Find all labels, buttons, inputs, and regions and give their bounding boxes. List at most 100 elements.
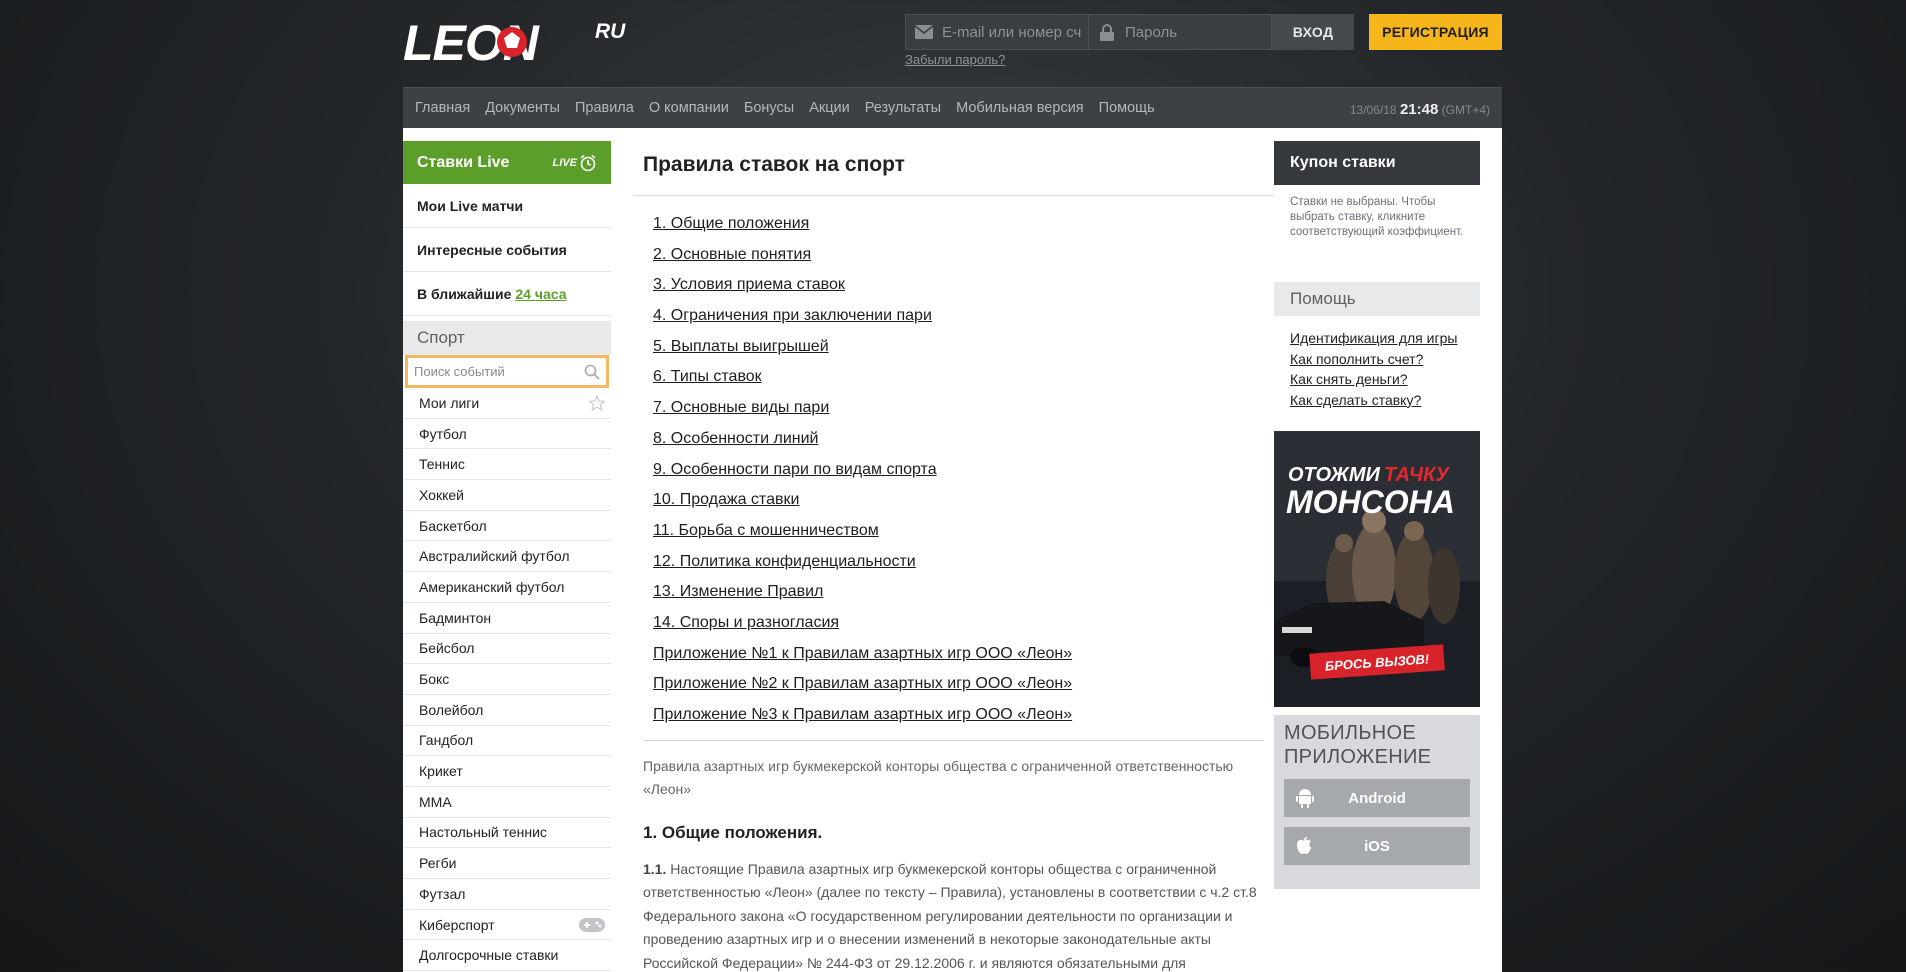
sport-item-label: Футбол [419, 425, 467, 442]
mobile-app-block: МОБИЛЬНОЕ ПРИЛОЖЕНИЕ Android iOS [1274, 715, 1480, 889]
nav-item-results[interactable]: Результаты [865, 100, 941, 116]
sport-item-label: MMA [419, 793, 452, 810]
main-content: Правила ставок на спорт 1. Общие положен… [611, 141, 1296, 972]
page-title: Правила ставок на спорт [633, 141, 1274, 196]
sport-item-label: Регби [419, 855, 457, 872]
sport-item-label: Хоккей [419, 486, 464, 503]
toc-link-general[interactable]: 1. Общие положения [653, 214, 1274, 245]
sport-item-rugby[interactable]: Регби [403, 848, 611, 879]
sport-item-boxing[interactable]: Бокс [403, 664, 611, 695]
search-icon[interactable] [584, 364, 600, 380]
sport-header: Спорт [403, 321, 611, 355]
toc-link-wager-kinds[interactable]: 7. Основные виды пари [653, 398, 1274, 429]
register-button[interactable]: РЕГИСТРАЦИЯ [1369, 14, 1502, 50]
toc-link-appendix-2[interactable]: Приложение №2 к Правилам азартных игр ОО… [653, 674, 1274, 705]
envelope-icon [906, 15, 942, 49]
toc-link-anti-fraud[interactable]: 11. Борьба с мошенничеством [653, 521, 1274, 552]
banner-line-1-accent: ТАЧКУ [1384, 464, 1450, 486]
sport-item-futsal[interactable]: Футзал [403, 879, 611, 910]
sport-item-esports[interactable]: Киберспорт [403, 910, 611, 941]
clock-time: 21:48 [1399, 101, 1439, 118]
leon-logo[interactable]: LEON RU [403, 14, 643, 66]
nav-item-documents[interactable]: Документы [485, 100, 560, 116]
promo-banner[interactable]: ОТОЖМИ ТАЧКУ МОНСОНА БРОСЬ ВЫЗОВ! [1274, 431, 1480, 707]
section-title: 1. Общие положения. [643, 822, 823, 842]
sport-item-label: Волейбол [419, 701, 484, 718]
upcoming-label: В ближайшие [417, 285, 512, 302]
main-nav: Главная Документы Правила О компании Бон… [403, 87, 1502, 128]
nav-item-rules[interactable]: Правила [575, 100, 634, 116]
nav-item-bonuses[interactable]: Бонусы [744, 100, 794, 116]
sport-item-label: Крикет [419, 763, 463, 780]
banner-line-1: ОТОЖМИ [1288, 464, 1381, 486]
server-clock: 13/06/18 21:48 (GMT+4) [1350, 101, 1490, 118]
logo-suffix: RU [595, 20, 626, 43]
sport-item-label: Бадминтон [419, 609, 492, 626]
sport-item-aussie-football[interactable]: Австралийский футбол [403, 541, 611, 573]
toc-link-line-features[interactable]: 8. Особенности линий [653, 429, 1274, 460]
star-icon[interactable] [589, 394, 605, 411]
toc-link-bet-types[interactable]: 6. Типы ставок [653, 367, 1274, 398]
sport-item-label: Гандбол [419, 732, 474, 749]
event-search-input[interactable] [414, 364, 564, 379]
help-link-place-bet[interactable]: Как сделать ставку? [1290, 392, 1480, 413]
live-bets-header[interactable]: Ставки Live LIVE [403, 141, 611, 184]
nav-item-promotions[interactable]: Акции [809, 100, 850, 116]
toc-link-privacy[interactable]: 12. Политика конфиденциальности [653, 552, 1274, 583]
sport-item-label: Мои лиги [419, 394, 480, 411]
sport-item-hockey[interactable]: Хоккей [403, 480, 611, 511]
help-link-withdraw[interactable]: Как снять деньги? [1290, 371, 1480, 392]
sport-item-badminton[interactable]: Бадминтон [403, 603, 611, 634]
toc-link-cash-out[interactable]: 10. Продажа ставки [653, 490, 1274, 521]
password-field[interactable] [1089, 14, 1272, 50]
help-link-identification[interactable]: Идентификация для игры [1290, 330, 1480, 351]
nav-item-about[interactable]: О компании [649, 100, 729, 116]
sport-item-volleyball[interactable]: Волейбол [403, 695, 611, 726]
help-links: Идентификация для игры Как пополнить сче… [1274, 316, 1480, 431]
event-search[interactable] [405, 355, 609, 388]
nav-item-home[interactable]: Главная [415, 100, 470, 116]
password-input[interactable] [1125, 23, 1265, 41]
sport-item-table-tennis[interactable]: Настольный теннис [403, 818, 611, 849]
sport-item-handball[interactable]: Гандбол [403, 726, 611, 757]
toc-link-rule-changes[interactable]: 13. Изменение Правил [653, 582, 1274, 613]
bet-slip-header: Купон ставки [1274, 141, 1480, 185]
toc-link-restrictions[interactable]: 4. Ограничения при заключении пари [653, 306, 1274, 337]
paragraph-text: Настоящие Правила азартных игр букмекерс… [643, 860, 1257, 971]
sport-item-cricket[interactable]: Крикет [403, 756, 611, 787]
sport-item-baseball[interactable]: Бейсбол [403, 634, 611, 665]
my-live-matches-link[interactable]: Мои Live матчи [403, 184, 611, 228]
upcoming-24h-link[interactable]: 24 часа [515, 286, 566, 302]
toc-link-acceptance[interactable]: 3. Условия приема ставок [653, 275, 1274, 306]
forgot-password-link[interactable]: Забыли пароль? [905, 52, 1005, 67]
sport-item-mma[interactable]: MMA [403, 787, 611, 818]
banner-line-2: МОНСОНА [1286, 484, 1455, 520]
clock-date: 13/06/18 [1349, 103, 1397, 117]
ios-app-button[interactable]: iOS [1284, 827, 1470, 865]
login-button[interactable]: ВХОД [1272, 14, 1354, 50]
toc-link-sport-features[interactable]: 9. Особенности пари по видам спорта [653, 460, 1274, 491]
email-input[interactable] [942, 23, 1082, 41]
toc-link-payouts[interactable]: 5. Выплаты выигрышей [653, 337, 1274, 368]
sport-item-tennis[interactable]: Теннис [403, 449, 611, 481]
toc-link-appendix-3[interactable]: Приложение №3 к Правилам азартных игр ОО… [653, 705, 1274, 736]
sport-item-basketball[interactable]: Баскетбол [403, 511, 611, 542]
left-sidebar: Ставки Live LIVE Мои Live матчи Интересн… [403, 141, 611, 972]
interesting-events-link[interactable]: Интересные события [403, 228, 611, 272]
sport-item-football[interactable]: Футбол [403, 419, 611, 450]
nav-item-mobile[interactable]: Мобильная версия [956, 100, 1084, 116]
android-app-button[interactable]: Android [1284, 779, 1470, 817]
toc-link-concepts[interactable]: 2. Основные понятия [653, 245, 1274, 276]
sport-item-american-football[interactable]: Американский футбол [403, 572, 611, 603]
email-field[interactable] [905, 14, 1089, 50]
sport-item-my-leagues[interactable]: Мои лиги [403, 388, 611, 419]
live-badge: LIVE [553, 154, 597, 172]
help-link-deposit[interactable]: Как пополнить счет? [1290, 351, 1480, 372]
paragraph-number: 1.1. [643, 860, 667, 877]
content-columns: Ставки Live LIVE Мои Live матчи Интересн… [403, 128, 1502, 972]
toc-link-appendix-1[interactable]: Приложение №1 к Правилам азартных игр ОО… [653, 644, 1274, 675]
toc-link-disputes[interactable]: 14. Споры и разногласия [653, 613, 1274, 644]
sport-item-label: Долгосрочные ставки [419, 947, 559, 964]
nav-item-help[interactable]: Помощь [1099, 100, 1155, 116]
sport-item-long-term[interactable]: Долгосрочные ставки [403, 940, 611, 972]
